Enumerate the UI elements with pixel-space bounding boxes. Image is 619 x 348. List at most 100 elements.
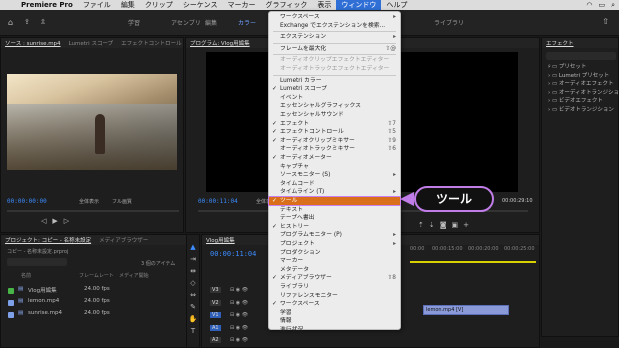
effects-folder[interactable]: › ▭ オーディオエフェクト <box>548 79 614 87</box>
track-label[interactable]: V1 <box>210 312 221 318</box>
tab-effect-controls[interactable]: エフェクトコントロール <box>121 39 182 47</box>
menu-option[interactable]: リファレンスモニター <box>269 292 400 300</box>
ripple-edit-icon[interactable]: ⇹ <box>187 265 199 277</box>
export-icon[interactable]: ⇫ <box>40 18 46 26</box>
project-item-row[interactable]: ▤ Vlog用編集 24.00 fps <box>6 286 186 296</box>
timeline-ruler[interactable]: 00:00 00:00:15:00 00:00:20:00 00:00:25:0… <box>410 246 536 260</box>
menu-option[interactable]: ✓ オーディオクリップミキサー ⇧9 <box>269 137 400 145</box>
menu-item[interactable]: グラフィック <box>260 0 312 10</box>
menu-option[interactable]: 情報 <box>269 317 400 325</box>
menu-option[interactable]: 進行状況 <box>269 326 400 334</box>
workspace-tab[interactable]: 編集 <box>205 18 217 27</box>
menu-option[interactable]: ✓ ワークスペース <box>269 300 400 308</box>
razor-icon[interactable]: ◇ <box>187 277 199 289</box>
tab-project[interactable]: プロジェクト: コピー - 名称未設定 <box>5 236 91 244</box>
menu-option[interactable]: ✓ エフェクト ⇧7 <box>269 120 400 128</box>
menu-option[interactable]: マーカー <box>269 257 400 265</box>
menu-item[interactable]: 編集 <box>116 0 140 10</box>
battery-icon[interactable]: ▭ <box>598 1 605 9</box>
step-forward-icon[interactable]: ▷ <box>64 217 75 225</box>
effects-search-input[interactable]: ⌕ <box>546 52 616 69</box>
project-search-input[interactable] <box>7 258 67 266</box>
menu-item[interactable]: マーカー <box>222 0 260 10</box>
effects-folder[interactable]: › ▭ ビデオトランジション <box>548 105 614 113</box>
track-select-icon[interactable]: ⇥ <box>187 253 199 265</box>
track-toggle-icons[interactable]: ⊟ ◉ 👁 <box>230 287 248 293</box>
menu-option[interactable]: イベント <box>269 94 400 102</box>
col-media-start[interactable]: メディア開始 <box>119 272 149 279</box>
tab-lumetri-scope[interactable]: Lumetri スコープ <box>69 39 114 47</box>
track-toggle-icons[interactable]: ⊟ ◉ 👁 <box>230 337 248 343</box>
menu-option[interactable]: ライブラリ <box>269 283 400 291</box>
track-toggle-icons[interactable]: ⊟ ◉ 👁 <box>230 312 248 318</box>
menu-option[interactable]: フレームを最大化 ⇧@ <box>269 45 400 53</box>
step-back-icon[interactable]: ◁ <box>41 217 52 225</box>
compare-icon[interactable]: ▣ <box>452 221 464 229</box>
selection-tool-icon[interactable]: ▲ <box>187 241 199 253</box>
menu-option[interactable]: テープへ書出 <box>269 214 400 222</box>
col-name[interactable]: 名前 <box>21 272 31 279</box>
pen-icon[interactable]: ✎ <box>187 301 199 313</box>
menu-option[interactable]: ソースモニター (S) ▸ <box>269 171 400 179</box>
menu-option[interactable]: ワークスペース ▸ <box>269 13 400 21</box>
source-zoom-select[interactable]: 全体表示 <box>79 198 99 205</box>
apple-icon[interactable] <box>0 0 16 10</box>
menu-item[interactable]: Premiere Pro <box>16 0 78 10</box>
track-toggle-icons[interactable]: ⊟ ◉ 👁 <box>230 325 248 331</box>
menu-option[interactable]: テキスト <box>269 206 400 214</box>
tab-effects[interactable]: エフェクト <box>546 39 574 47</box>
work-area-bar[interactable] <box>410 261 536 263</box>
slip-icon[interactable]: ⇔ <box>187 289 199 301</box>
effects-folder[interactable]: › ▭ Lumetri プリセット <box>548 71 609 79</box>
project-item-row[interactable]: ▤ sunrise.mp4 24.00 fps <box>6 310 186 320</box>
track-label[interactable]: A1 <box>210 324 221 331</box>
camera-icon[interactable]: ◙ <box>440 221 452 229</box>
lift-icon[interactable]: ⇡ <box>418 221 429 229</box>
menu-item[interactable]: シーケンス <box>178 0 223 10</box>
menu-option[interactable]: メタデータ <box>269 266 400 274</box>
track-label[interactable]: A2 <box>210 337 221 343</box>
menu-option[interactable]: エクステンション ▸ <box>269 33 400 41</box>
source-fit-select[interactable]: フル画質 <box>112 198 132 205</box>
menu-item[interactable]: 表示 <box>312 0 336 10</box>
home-icon[interactable]: ⌂ <box>8 18 13 27</box>
tab-source[interactable]: ソース : sunrise.mp4 <box>5 39 61 47</box>
effects-folder[interactable]: › ▭ オーディオトランジション <box>548 88 619 96</box>
hand-icon[interactable]: ✋ <box>187 313 199 325</box>
tab-program[interactable]: プログラム: Vlog用編集 <box>190 39 250 47</box>
play-icon[interactable]: ▶ <box>52 217 63 225</box>
track-label[interactable]: V2 <box>210 299 221 306</box>
project-item-row[interactable]: ▤ lemon.mp4 24.00 fps <box>6 298 186 308</box>
menu-option[interactable]: ✓ ツール <box>268 196 401 206</box>
search-icon[interactable]: ⌕ <box>611 1 615 10</box>
menu-option[interactable]: プロジェクト ▸ <box>269 240 400 248</box>
share-icon[interactable]: ⇧ <box>602 17 609 26</box>
menu-option[interactable]: Exchange でエクステンションを検索... <box>269 22 400 30</box>
workspace-tab[interactable]: カラー <box>238 18 256 27</box>
menu-option[interactable]: ✓ ヒストリー <box>269 223 400 231</box>
workspace-tab[interactable]: ライブラリ <box>434 18 464 27</box>
menu-option[interactable]: プロダクション <box>269 249 400 257</box>
menu-option[interactable]: 学習 <box>269 309 400 317</box>
menu-option[interactable]: Lumetri カラー <box>269 77 400 85</box>
menu-option[interactable]: ✓ メディアブラウザー ⇧8 <box>269 274 400 282</box>
track-toggle-icons[interactable]: ⊟ ◉ 👁 <box>230 300 248 306</box>
menu-option[interactable]: エッセンシャルグラフィックス <box>269 102 400 110</box>
track-label[interactable]: V3 <box>210 287 221 293</box>
workspace-tab[interactable]: アセンブリ <box>171 18 201 27</box>
menu-option[interactable]: プログラムモニター (P) ▸ <box>269 231 400 239</box>
wifi-icon[interactable]: ◠ <box>586 1 592 9</box>
menu-option[interactable]: ✓ Lumetri スコープ <box>269 85 400 93</box>
type-tool-icon[interactable]: T <box>187 325 199 337</box>
workspace-tab[interactable]: 学習 <box>128 18 140 27</box>
menu-option[interactable]: ✓ エフェクトコントロール ⇧5 <box>269 128 400 136</box>
menu-item[interactable]: ウィンドウ <box>336 0 382 10</box>
source-scrub-bar[interactable] <box>7 210 179 212</box>
menu-item[interactable]: ヘルプ <box>381 0 412 10</box>
tab-timeline[interactable]: Vlog用編集 <box>206 236 235 244</box>
menu-option[interactable]: エッセンシャルサウンド <box>269 111 400 119</box>
tab-media-browser[interactable]: メディアブラウザー <box>99 236 148 244</box>
effects-folder[interactable]: › ▭ ビデオエフェクト <box>548 96 603 104</box>
add-button-icon[interactable]: + <box>463 221 474 229</box>
menu-option[interactable]: タイムライン (T) ▸ <box>269 188 400 196</box>
